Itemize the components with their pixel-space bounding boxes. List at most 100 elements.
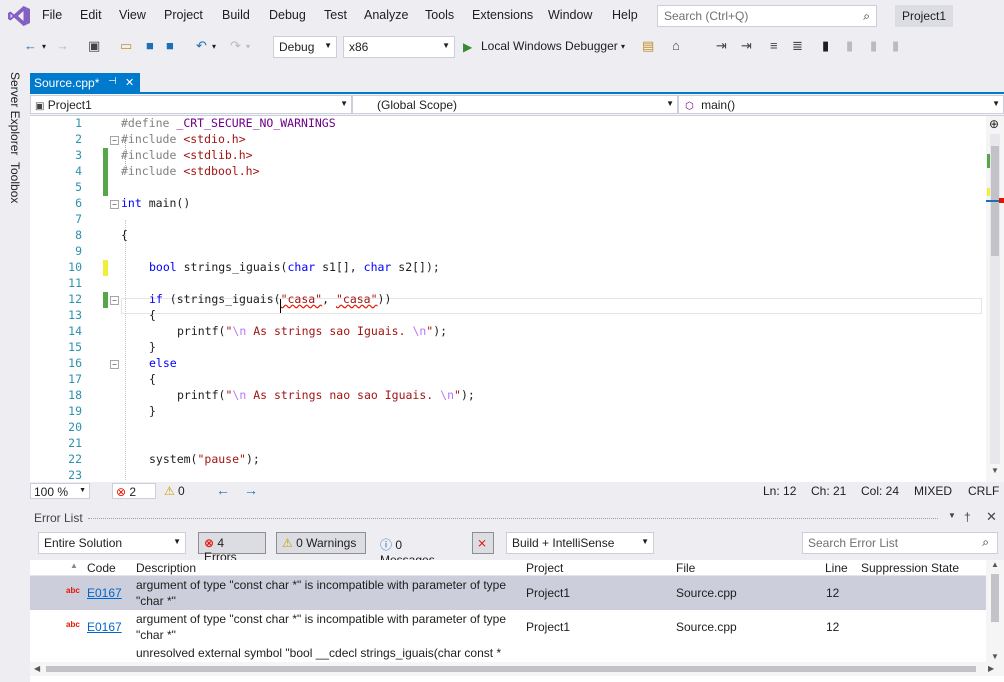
pin-icon[interactable]: † <box>964 510 971 524</box>
code-line[interactable]: 19} <box>30 404 986 420</box>
column-suppression[interactable]: Suppression State <box>861 561 959 575</box>
code-line[interactable]: 13 { <box>30 308 986 324</box>
errors-filter-button[interactable]: ⊗ 4 Errors <box>198 532 266 564</box>
close-icon[interactable]: ✕ <box>125 76 134 89</box>
pin-icon[interactable]: ⊣ <box>108 76 117 87</box>
code-line[interactable]: 1 #define _CRT_SECURE_NO_WARNINGS <box>30 116 986 132</box>
project-scope-select[interactable]: ▣ Project1 ▼ <box>30 95 352 114</box>
column-line[interactable]: Line <box>825 561 848 575</box>
editor-vertical-scrollbar[interactable]: ⊕ ▼ <box>986 116 1004 482</box>
menu-test[interactable]: Test <box>324 8 347 22</box>
code-editor[interactable]: 1 #define _CRT_SECURE_NO_WARNINGS 2− #incl… <box>30 116 986 482</box>
open-icon[interactable]: ▭ <box>120 38 132 54</box>
play-icon[interactable]: ▶ <box>463 40 472 54</box>
menu-edit[interactable]: Edit <box>80 8 102 22</box>
menu-file[interactable]: File <box>42 8 62 22</box>
vs-logo-icon[interactable] <box>8 6 30 26</box>
bookmark-clear-icon[interactable]: ▮ <box>892 38 899 54</box>
error-list-vscrollbar[interactable]: ▲ ▼ <box>986 560 1004 668</box>
bookmark-prev-icon[interactable]: ▮ <box>846 38 853 54</box>
error-search-input[interactable]: Search Error List ⌕ <box>802 532 998 554</box>
redo-icon[interactable]: ↷ <box>230 38 241 54</box>
table-row[interactable]: abc E0167 argument of type "const char *… <box>30 576 986 610</box>
code-line[interactable]: 8{ <box>30 228 986 244</box>
uncomment-icon[interactable]: ≣ <box>792 38 803 54</box>
code-line[interactable]: 20 <box>30 420 986 436</box>
code-line[interactable]: 6 − int main() <box>30 196 986 212</box>
line-indicator[interactable]: Ln: 12 <box>763 484 796 498</box>
column-code[interactable]: Code <box>87 561 116 575</box>
error-code-link[interactable]: E0167 <box>87 620 122 634</box>
collapse-icon[interactable]: − <box>110 296 119 305</box>
undo-icon[interactable]: ↶ <box>196 38 207 54</box>
code-line[interactable]: 10 bool strings_iguais(char s1[], char s2… <box>30 260 986 276</box>
table-row[interactable]: unresolved external symbol "bool __cdecl… <box>30 644 986 662</box>
menu-build[interactable]: Build <box>222 8 250 22</box>
filter-clear-icon[interactable]: ⨯ <box>472 532 494 554</box>
code-line[interactable]: 7 <box>30 212 986 228</box>
global-scope-select[interactable]: (Global Scope) ▼ <box>352 95 678 114</box>
member-select[interactable]: ⬡ main() ▼ <box>678 95 1004 114</box>
next-issue-icon[interactable]: → <box>244 482 258 498</box>
code-line[interactable]: 12− if (strings_iguais("casa", "casa")) <box>30 292 986 308</box>
close-icon[interactable]: ✕ <box>986 509 997 525</box>
code-line[interactable]: 22 system("pause"); <box>30 452 986 468</box>
step-over-icon[interactable]: ⇥ <box>741 38 752 54</box>
menu-help[interactable]: Help <box>612 8 638 22</box>
previous-issue-icon[interactable]: ← <box>216 482 230 498</box>
build-filter-select[interactable]: Build + IntelliSense ▼ <box>506 532 654 554</box>
warnings-filter-button[interactable]: ⚠ 0 Warnings <box>276 532 366 554</box>
error-code-link[interactable]: E0167 <box>87 586 122 600</box>
save-all-icon[interactable]: ■ <box>166 38 174 53</box>
error-count-button[interactable]: ⊗ 2 <box>112 483 156 499</box>
split-icon[interactable]: ⊕ <box>989 117 999 131</box>
menu-window[interactable]: Window <box>548 8 592 22</box>
messages-filter-button[interactable]: ⓘ 0 Messages <box>374 532 462 567</box>
global-search-input[interactable]: Search (Ctrl+Q) ⌕ <box>657 5 877 27</box>
toolbox-tab[interactable]: Toolbox <box>8 162 22 203</box>
warning-count[interactable]: 0 <box>178 484 185 498</box>
error-list-hscrollbar[interactable]: ◀ ▶ <box>30 662 1004 676</box>
server-explorer-tab[interactable]: Server Explorer <box>8 72 22 155</box>
menu-view[interactable]: View <box>119 8 146 22</box>
menu-extensions[interactable]: Extensions <box>472 8 533 22</box>
column-indicator[interactable]: Col: 24 <box>861 484 899 498</box>
back-icon[interactable]: ← <box>24 38 37 53</box>
redo-dropdown-icon[interactable]: ▾ <box>246 42 250 51</box>
code-line[interactable]: 11 <box>30 276 986 292</box>
collapse-icon[interactable]: − <box>110 200 119 209</box>
undo-dropdown-icon[interactable]: ▾ <box>212 42 216 51</box>
code-line[interactable]: 23 <box>30 468 986 482</box>
code-line[interactable]: 15} <box>30 340 986 356</box>
column-file[interactable]: File <box>676 561 695 575</box>
project-badge[interactable]: Project1 <box>895 5 953 27</box>
start-debugger-button[interactable]: Local Windows Debugger <box>481 39 618 53</box>
configuration-select[interactable]: Debug ▼ <box>273 36 337 58</box>
code-line[interactable]: 2 − #include <stdio.h> <box>30 132 986 148</box>
collapse-icon[interactable]: − <box>110 136 119 145</box>
bookmark-next-icon[interactable]: ▮ <box>870 38 877 54</box>
code-line[interactable]: 9 <box>30 244 986 260</box>
code-line[interactable]: 18 printf("\n As strings nao sao Iguais. … <box>30 388 986 404</box>
tab-source-cpp[interactable]: Source.cpp* ⊣ ✕ <box>30 73 140 93</box>
step-icon[interactable]: ⇥ <box>716 38 727 54</box>
menu-project[interactable]: Project <box>164 8 203 22</box>
debugger-dropdown-icon[interactable]: ▾ <box>621 42 625 51</box>
line-endings[interactable]: CRLF <box>968 484 999 498</box>
menu-debug[interactable]: Debug <box>269 8 306 22</box>
hot-reload-icon[interactable]: ▤ <box>642 38 654 54</box>
home-icon[interactable]: ⌂ <box>672 38 680 53</box>
code-line[interactable]: 3 #include <stdlib.h> <box>30 148 986 164</box>
code-line[interactable]: 4 #include <stdbool.h> <box>30 164 986 180</box>
scope-filter-select[interactable]: Entire Solution ▼ <box>38 532 186 554</box>
collapse-icon[interactable]: − <box>110 360 119 369</box>
code-line[interactable]: 21 <box>30 436 986 452</box>
sort-icon[interactable]: ▲ <box>70 561 78 570</box>
bookmark-icon[interactable]: ▮ <box>822 38 829 54</box>
scroll-thumb[interactable] <box>46 666 976 672</box>
forward-icon[interactable]: → <box>56 38 69 53</box>
platform-select[interactable]: x86 ▼ <box>343 36 455 58</box>
new-project-icon[interactable]: ▣ <box>88 38 100 54</box>
code-line[interactable]: 17 { <box>30 372 986 388</box>
code-line[interactable]: 14 printf("\n As strings sao Iguais. \n")… <box>30 324 986 340</box>
